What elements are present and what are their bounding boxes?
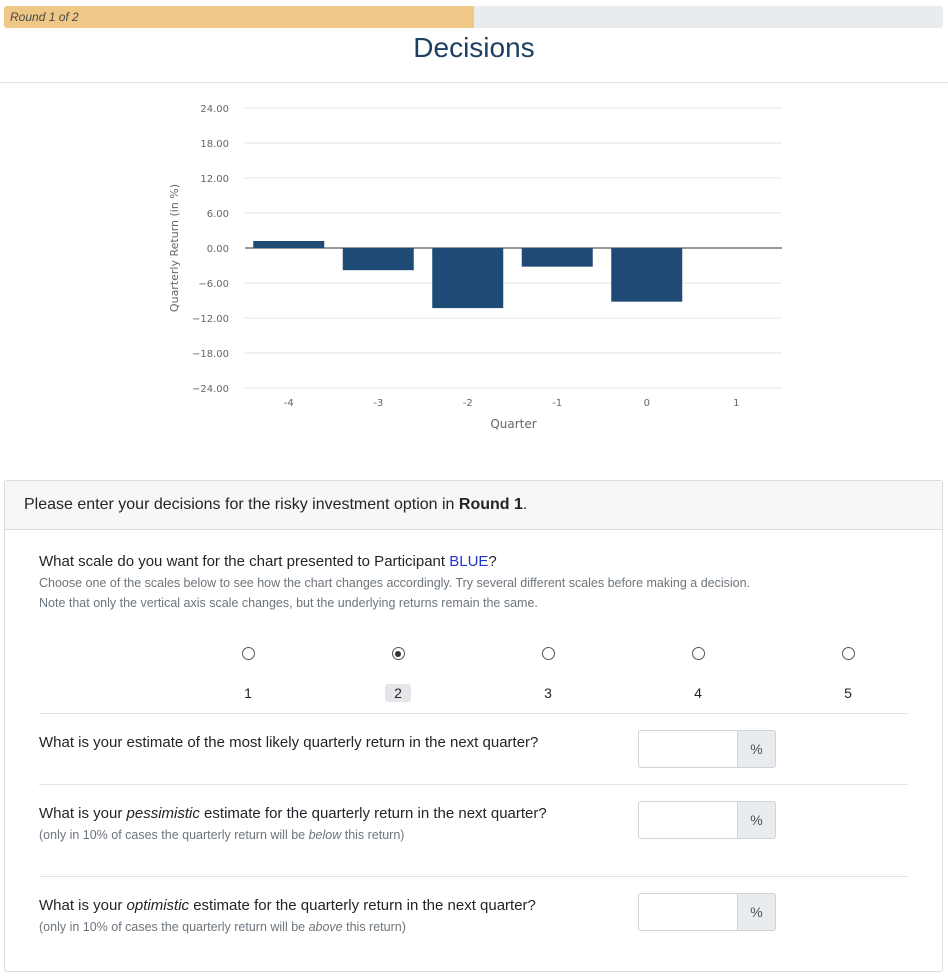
optimistic-help-post: this return) [342,920,406,934]
scale-radio-5[interactable] [841,647,855,660]
bar [521,248,593,267]
pessimistic-help-emphasis: below [308,828,342,842]
participant-name: BLUE [449,553,489,570]
pessimistic-question-post: estimate for the quarterly return in the… [199,805,547,822]
scale-radio-3[interactable] [541,647,555,660]
scale-option-4[interactable]: 4 [678,647,718,703]
decision-card: Please enter your decisions for the risk… [4,480,943,972]
scale-option-label: 2 [385,684,411,702]
likely-return-input[interactable] [638,730,737,768]
scale-option-label: 4 [694,685,702,701]
bar [342,248,414,271]
pessimistic-question: What is your pessimistic estimate for th… [39,805,547,822]
scale-option-1[interactable]: 1 [228,647,268,703]
scale-radio-4[interactable] [691,647,705,660]
pessimistic-question-pre: What is your [39,805,127,822]
page-title: Decisions [413,32,535,63]
scale-question-text: What scale do you want for the chart pre… [39,553,450,570]
percent-addon: % [737,730,776,768]
y-tick-label: 0.00 [207,244,229,255]
percent-addon: % [737,801,776,839]
scale-radio-1[interactable] [241,647,255,660]
scale-option-label: 5 [844,685,852,701]
optimistic-help: (only in 10% of cases the quarterly retu… [39,917,406,937]
optimistic-help-emphasis: above [308,920,343,934]
y-tick-label: −6.00 [198,279,229,290]
scale-option-3[interactable]: 3 [528,647,568,703]
x-tick-label: -4 [284,398,294,409]
card-header-text: Please enter your decisions for the risk… [24,496,459,513]
round-progress-bar: Round 1 of 2 [4,6,943,28]
y-tick-label: 18.00 [200,139,229,150]
y-tick-label: −12.00 [192,314,229,325]
optimistic-question-pre: What is your [39,897,127,914]
scale-question-suffix: ? [488,553,497,570]
bar [611,248,683,302]
pessimistic-return-input[interactable] [638,801,737,839]
y-tick-label: 24.00 [200,104,229,115]
optimistic-help-pre: (only in 10% of cases the quarterly retu… [39,920,309,934]
pessimistic-help: (only in 10% of cases the quarterly retu… [39,825,404,845]
card-header: Please enter your decisions for the risk… [5,481,942,530]
x-axis-label: Quarter [490,417,536,431]
x-tick-label: -1 [552,398,562,409]
scale-option-5[interactable]: 5 [828,647,868,703]
optimistic-question-post: estimate for the quarterly return in the… [189,897,536,914]
header-divider [0,82,948,83]
card-header-round: Round 1 [458,496,523,513]
progress-label: Round 1 of 2 [10,10,79,24]
divider [39,876,908,877]
pessimistic-emphasis: pessimistic [126,805,200,822]
optimistic-question: What is your optimistic estimate for the… [39,897,536,914]
divider [39,713,908,714]
scale-help-line-2: Note that only the vertical axis scale c… [39,596,538,610]
y-tick-label: 6.00 [207,209,229,220]
bar [253,241,325,248]
pessimistic-help-post: this return) [341,828,405,842]
divider [39,784,908,785]
x-tick-label: -2 [463,398,473,409]
scale-question: What scale do you want for the chart pre… [39,553,497,570]
y-tick-label: 12.00 [200,174,229,185]
pessimistic-return-input-group: % [638,801,776,839]
scale-option-2[interactable]: 2 [378,647,418,703]
y-tick-label: −18.00 [192,349,229,360]
likely-return-input-group: % [638,730,776,768]
x-tick-label: 0 [644,398,650,409]
card-header-suffix: . [522,496,528,513]
optimistic-return-input-group: % [638,893,776,931]
percent-addon: % [737,893,776,931]
scale-help: Choose one of the scales below to see ho… [39,573,750,613]
optimistic-return-input[interactable] [638,893,737,931]
y-tick-label: −24.00 [192,384,229,395]
pessimistic-help-pre: (only in 10% of cases the quarterly retu… [39,828,309,842]
x-tick-label: 1 [733,398,739,409]
bar [432,248,504,309]
y-axis-label: Quarterly Return (in %) [168,184,181,312]
scale-help-line-1: Choose one of the scales below to see ho… [39,576,751,590]
likely-question: What is your estimate of the most likely… [39,734,539,751]
scale-radio-2[interactable] [391,647,405,660]
scale-option-label: 1 [244,685,252,701]
progress-fill: Round 1 of 2 [4,6,474,28]
returns-bar-chart: 24.00 18.00 12.00 6.00 0.00 −6.00 −12.00 −18.00… [168,104,782,431]
optimistic-emphasis: optimistic [126,897,190,914]
scale-option-label: 3 [544,685,552,701]
x-tick-label: -3 [373,398,383,409]
